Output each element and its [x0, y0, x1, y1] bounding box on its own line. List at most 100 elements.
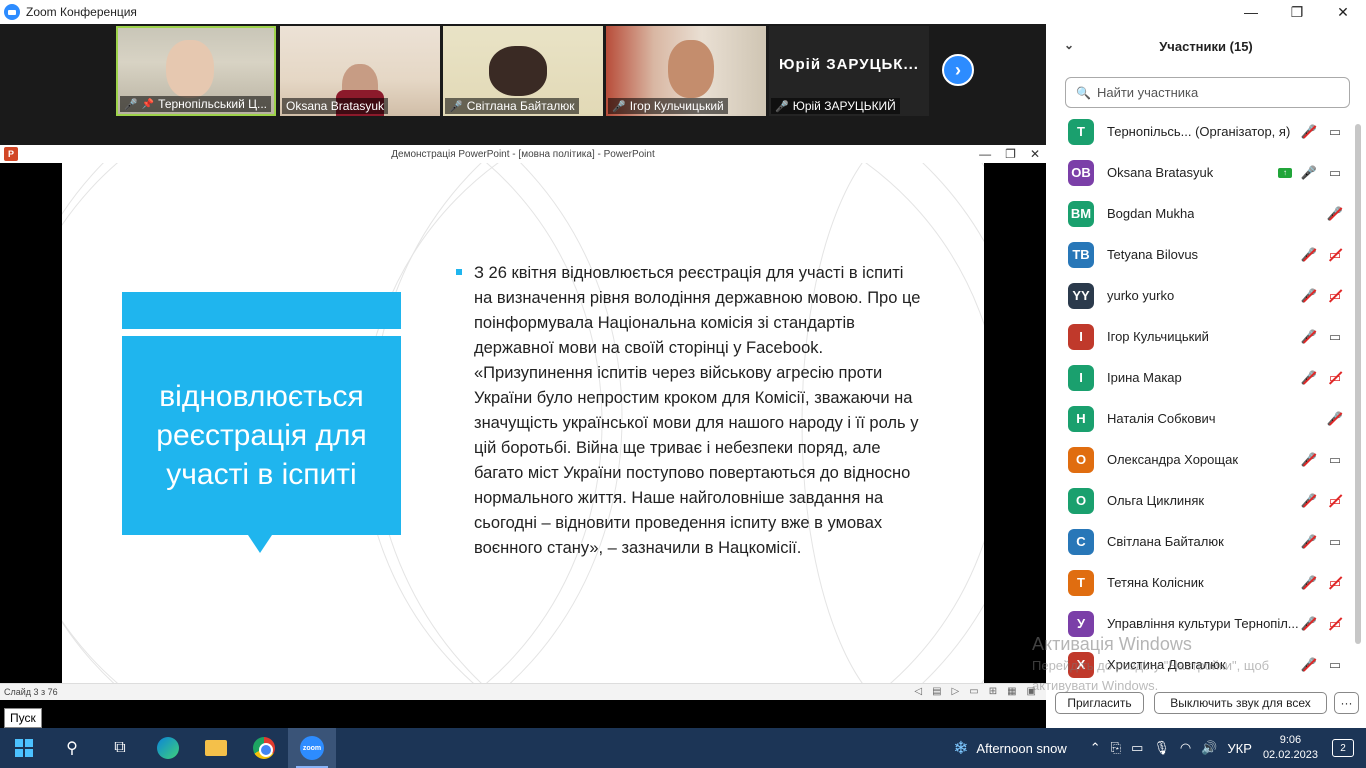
participant-row[interactable]: С Світлана Байталюк 🎤 ▭ [1046, 521, 1352, 562]
next-page-button[interactable]: › [942, 54, 974, 86]
language-indicator[interactable]: УКР [1227, 741, 1252, 756]
ppt-status-bar: Слайд 3 з 76 ◁ ▤ ▷ ▭ ⊞ ▦ ▣ [0, 683, 1046, 700]
mic-muted-icon[interactable]: 🎤 [1326, 411, 1344, 426]
mic-off-icon: 🎤 [124, 98, 138, 111]
slide[interactable]: відновлюється реєстрація для участі в іс… [62, 163, 984, 683]
video-off-icon[interactable]: ▭ [1326, 493, 1344, 508]
video-tile[interactable]: Oksana Bratasyuk [280, 26, 440, 116]
video-icon[interactable]: ▭ [1326, 329, 1344, 344]
notes-icon[interactable]: ▤ [932, 686, 941, 697]
mute-all-button[interactable]: Выключить звук для всех [1154, 692, 1327, 714]
activation-watermark-line3: активувати Windows. [1032, 678, 1159, 693]
video-tile[interactable]: 🎤 📌 Тернопільський Ц... [116, 26, 276, 116]
ppt-restore-button[interactable]: ❐ [1005, 147, 1016, 161]
mic-muted-icon[interactable]: 🎤 [1300, 370, 1318, 385]
bullet-block: З 26 квітня відновлюється реєстрація для… [456, 261, 926, 561]
participant-row[interactable]: Т Тетяна Колісник 🎤 ▭ [1046, 562, 1352, 603]
ppt-close-button[interactable]: ✕ [1030, 147, 1040, 161]
mic-muted-icon[interactable]: 🎤 [1300, 616, 1318, 631]
mic-muted-icon[interactable]: 🎤 [1300, 247, 1318, 262]
chrome-button[interactable] [240, 728, 288, 768]
close-button[interactable]: ✕ [1320, 0, 1366, 24]
chevron-down-icon[interactable]: ⌄ [1064, 38, 1074, 52]
mic-muted-icon[interactable]: 🎤 [1300, 329, 1318, 344]
zoom-taskbar-button[interactable]: zoom [288, 728, 336, 768]
ppt-title-bar: P Демонстрація PowerPoint - [мовна політ… [0, 145, 1046, 163]
sorter-view-icon[interactable]: ⊞ [989, 686, 997, 697]
video-icon[interactable]: ▭ [1326, 657, 1344, 672]
ppt-minimize-button[interactable]: — [979, 147, 991, 161]
wifi-icon[interactable]: ◠ [1180, 740, 1191, 756]
video-off-icon[interactable]: ▭ [1326, 616, 1344, 631]
participants-panel: ⌄ Участники (15) 🔍 Найти участника Т Терн… [1046, 24, 1366, 728]
tile-name: Oksana Bratasyuk [286, 99, 385, 113]
mic-muted-icon[interactable]: 🎤 [1300, 452, 1318, 467]
bullet-marker [456, 269, 462, 275]
video-off-icon[interactable]: ▭ [1326, 370, 1344, 385]
clock[interactable]: 9:06 02.02.2023 [1263, 733, 1318, 763]
mic-off-icon: 🎤 [612, 100, 626, 113]
video-off-icon[interactable]: ▭ [1326, 247, 1344, 262]
participant-row[interactable]: І Ірина Макар 🎤 ▭ [1046, 357, 1352, 398]
meet-now-icon[interactable]: ⎘ [1111, 740, 1121, 756]
mic-muted-icon[interactable]: 🎤 [1300, 288, 1318, 303]
participant-name: Тетяна Колісник [1107, 575, 1204, 590]
microphone-icon[interactable]: 🎙 [1153, 740, 1170, 756]
screen-share-icon: ↑ [1278, 167, 1292, 178]
video-tile[interactable]: 🎤 Ігор Кульчицький [606, 26, 766, 116]
next-slide-icon[interactable]: ▷ [952, 686, 960, 697]
invite-button[interactable]: Пригласить [1055, 692, 1144, 714]
edge-button[interactable] [144, 728, 192, 768]
task-view-button[interactable]: ⧉ [96, 728, 144, 768]
participant-row[interactable]: О Олександра Хорощак 🎤 ▭ [1046, 439, 1352, 480]
start-button[interactable] [0, 728, 48, 768]
chevron-up-icon[interactable]: ⌃ [1090, 740, 1101, 756]
participant-row[interactable]: Н Наталія Собкович 🎤 [1046, 398, 1352, 439]
video-off-icon[interactable]: ▭ [1326, 288, 1344, 303]
video-icon[interactable]: ▭ [1326, 165, 1344, 180]
video-tile[interactable]: Юрій ЗАРУЦЬК... 🎤 Юрій ЗАРУЦЬКИЙ [769, 26, 929, 116]
mic-icon[interactable]: 🎤 [1300, 165, 1318, 180]
explorer-button[interactable] [192, 728, 240, 768]
participant-name: Tetyana Bilovus [1107, 247, 1199, 262]
snowflake-icon: ❄ [953, 737, 969, 758]
participant-search[interactable]: 🔍 Найти участника [1065, 77, 1350, 108]
callout-bar [122, 292, 401, 329]
more-button[interactable]: ··· [1334, 692, 1359, 714]
avatar: YY [1068, 282, 1094, 309]
mic-muted-icon[interactable]: 🎤 [1300, 575, 1318, 590]
video-tile[interactable]: 🎤 Світлана Байталюк [443, 26, 603, 116]
mic-muted-icon[interactable]: 🎤 [1300, 493, 1318, 508]
participant-row[interactable]: TB Tetyana Bilovus 🎤 ▭ [1046, 234, 1352, 275]
activation-watermark: Активація Windows [1032, 634, 1192, 654]
search-placeholder: Найти участника [1096, 85, 1199, 100]
start-tooltip: Пуск [4, 708, 42, 728]
video-off-icon[interactable]: ▭ [1326, 575, 1344, 590]
mic-muted-icon[interactable]: 🎤 [1300, 534, 1318, 549]
mic-muted-icon[interactable]: 🎤 [1326, 206, 1344, 221]
clock-time: 9:06 [1279, 734, 1302, 746]
notifications-icon[interactable]: 2 [1332, 739, 1354, 757]
participant-row[interactable]: О Ольга Циклиняк 🎤 ▭ [1046, 480, 1352, 521]
volume-icon[interactable]: 🔊 [1201, 740, 1217, 756]
avatar: О [1068, 487, 1094, 514]
normal-view-icon[interactable]: ▭ [969, 686, 978, 697]
prev-slide-icon[interactable]: ◁ [914, 686, 922, 697]
participants-scrollbar[interactable] [1355, 124, 1361, 644]
participant-name: Bogdan Mukha [1107, 206, 1195, 221]
maximize-button[interactable]: ❐ [1274, 0, 1320, 24]
participant-row[interactable]: І Ігор Кульчицький 🎤 ▭ [1046, 316, 1352, 357]
weather-widget[interactable]: ❄ Afternoon snow [953, 738, 1066, 759]
minimize-button[interactable]: — [1228, 0, 1274, 24]
reading-view-icon[interactable]: ▦ [1007, 686, 1016, 697]
mic-muted-icon[interactable]: 🎤 [1300, 124, 1318, 139]
video-icon[interactable]: ▭ [1326, 534, 1344, 549]
search-button[interactable]: ⚲ [48, 728, 96, 768]
participant-row[interactable]: BM Bogdan Mukha 🎤 [1046, 193, 1352, 234]
video-icon[interactable]: ▭ [1326, 452, 1344, 467]
participant-row[interactable]: Т Тернопільсь... (Організатор, я) 🎤 ▭ [1046, 111, 1352, 152]
participant-row[interactable]: YY yurko yurko 🎤 ▭ [1046, 275, 1352, 316]
participant-row[interactable]: OB Oksana Bratasyuk ↑ 🎤 ▭ [1046, 152, 1352, 193]
battery-icon[interactable]: ▭ [1131, 740, 1143, 756]
video-icon[interactable]: ▭ [1326, 124, 1344, 139]
